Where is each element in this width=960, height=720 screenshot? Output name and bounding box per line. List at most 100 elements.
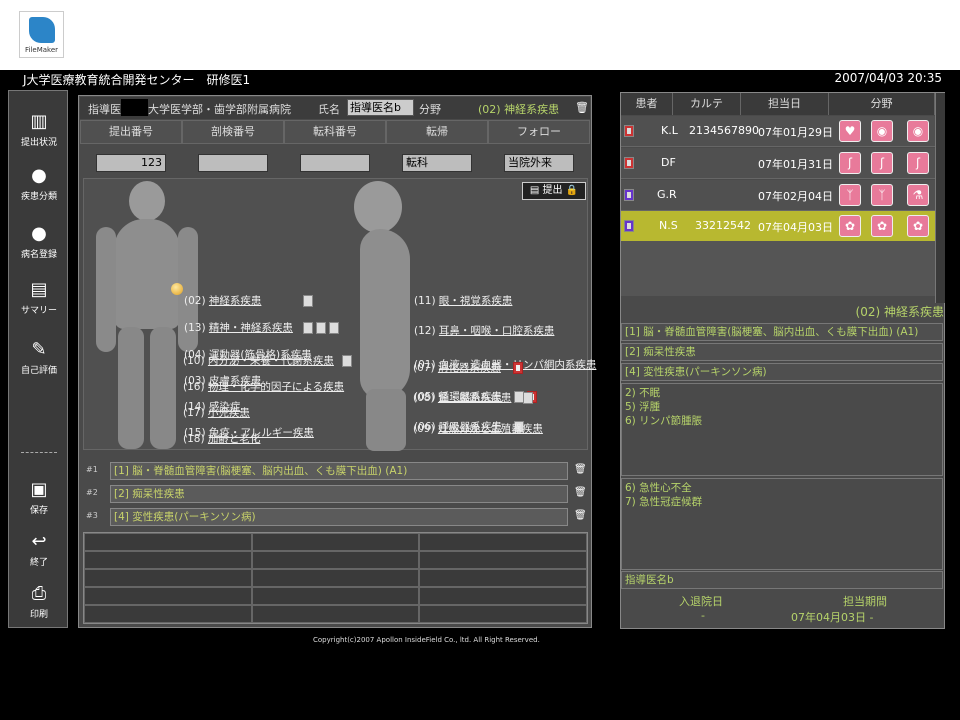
checked-document-icon[interactable] <box>624 125 634 137</box>
grid-cell[interactable] <box>251 551 420 569</box>
category-12[interactable]: (12) 耳鼻・咽喉・口腔系疾患 <box>414 323 554 338</box>
category-code: (16) <box>183 381 205 393</box>
diagnosis-field[interactable]: [1] 脳・脊髄血管障害(脳梗塞、脳内出血、くも膜下出血) (A1) <box>110 462 568 480</box>
field-value: (02) 神経系疾患 <box>478 103 560 116</box>
sidebar-label: 自己評価 <box>20 366 57 376</box>
grid-cell[interactable] <box>419 587 587 605</box>
autopsy-no-field[interactable] <box>198 154 268 172</box>
patient-row[interactable]: DF 07年01月31日 ʃ ʃ ʃ <box>621 148 935 179</box>
logo-text: FileMaker <box>24 46 59 54</box>
diagnosis-field[interactable]: [2] 痴呆性疾患 <box>110 485 568 503</box>
people-icon: ● <box>31 165 47 186</box>
category-text: 妊娠分娩と生殖器疾患 <box>437 423 543 435</box>
grid-cell[interactable] <box>84 533 252 551</box>
flask-icon[interactable]: ⚗ <box>907 184 929 206</box>
document-icon[interactable] <box>624 220 634 232</box>
virus-icon[interactable]: ✿ <box>871 215 893 237</box>
trash-icon[interactable]: 🗑 <box>574 487 587 498</box>
category-07[interactable]: (07) 消化器系疾患 <box>413 360 523 375</box>
stomach-icon[interactable]: ʃ <box>907 152 929 174</box>
patient-date: 07年04月03日 <box>758 221 833 234</box>
category-08[interactable]: (08) 腎・尿路系疾患 <box>413 390 534 405</box>
virus-icon[interactable]: ✿ <box>907 215 929 237</box>
sidebar-btn-exit[interactable]: ↩ 終了 <box>12 531 66 568</box>
col-autopsy-no: 剖検番号 <box>182 120 284 144</box>
sidebar-btn-save[interactable]: ▣ 保存 <box>12 479 66 516</box>
document-icon[interactable] <box>303 295 314 307</box>
admit-value: - <box>701 609 705 622</box>
category-18[interactable]: (18) 加齢と老化 <box>183 431 260 446</box>
grid-cell[interactable] <box>84 605 252 623</box>
supervisor-name-field[interactable]: 指導医名b <box>347 99 414 116</box>
diagnosis-row: #1 [1] 脳・脊髄血管障害(脳梗塞、脳内出血、くも膜下出血) (A1) 🗑 <box>83 462 588 480</box>
sidebar-label: サマリー <box>20 306 57 316</box>
category-09[interactable]: (09) 妊娠分娩と生殖器疾患 <box>413 421 543 436</box>
stomach-icon[interactable]: ʃ <box>839 152 861 174</box>
trash-icon[interactable]: 🗑 <box>574 510 587 521</box>
grid-cell[interactable] <box>251 587 420 605</box>
follow-field[interactable]: 当院外来 <box>504 154 574 172</box>
lungs-icon[interactable]: ᛉ <box>871 184 893 206</box>
grid-cell[interactable] <box>251 605 420 623</box>
grid-cell[interactable] <box>84 587 252 605</box>
filemaker-mark-icon <box>29 17 55 43</box>
document-icon[interactable] <box>302 322 313 334</box>
sidebar-btn-disease-class[interactable]: ● 疾患分類 <box>12 165 66 202</box>
patient-row[interactable]: K.L 2134567890 07年01月29日 ♥ ◉ ◉ <box>621 116 935 147</box>
sidebar-btn-print[interactable]: ⎙ 印刷 <box>12 583 66 620</box>
sidebar-btn-disease-register[interactable]: ● 病名登録 <box>12 223 66 260</box>
outcome-field[interactable]: 転科 <box>402 154 472 172</box>
institution: 大学医学部・歯学部附属病院 <box>148 103 291 116</box>
submit-button[interactable]: ▤ 提出 🔒 <box>522 182 586 200</box>
grid-cell[interactable] <box>251 533 420 551</box>
document-icon[interactable] <box>624 189 634 201</box>
category-code: (02) <box>184 295 206 307</box>
patient-list-header: 患者 カルテ 担当日 分野 <box>621 93 935 115</box>
category-17[interactable]: (17) 小児疾患 <box>183 405 250 420</box>
transfer-no-field[interactable] <box>300 154 370 172</box>
patient-row[interactable]: G.R 07年02月04日 ᛉ ᛉ ⚗ <box>621 180 935 211</box>
conditions-box: 6) 急性心不全 7) 急性冠症候群 <box>621 478 943 570</box>
virus-icon[interactable]: ✿ <box>839 215 861 237</box>
col-patient: 患者 <box>621 93 673 115</box>
grid-cell[interactable] <box>419 605 587 623</box>
stomach-icon[interactable]: ʃ <box>871 152 893 174</box>
document-icon[interactable] <box>315 322 326 334</box>
submission-no-field[interactable]: 123 <box>96 154 166 172</box>
category-text: 内分泌・栄養・代謝系疾患 <box>207 355 334 367</box>
document-icon[interactable] <box>341 355 352 367</box>
category-13[interactable]: (13) 精神・神経系疾患 <box>184 320 339 335</box>
grid-cell[interactable] <box>419 551 587 569</box>
grid-cell[interactable] <box>84 569 252 587</box>
document-icon[interactable] <box>523 392 534 404</box>
checked-document-icon[interactable] <box>512 362 523 374</box>
column-headers: 提出番号 剖検番号 転科番号 転帰 フォロー <box>80 120 590 144</box>
sidebar-btn-self-eval[interactable]: ✎ 自己評価 <box>12 339 66 376</box>
sidebar-btn-summary[interactable]: ▤ サマリー <box>12 279 66 316</box>
grid-cell[interactable] <box>251 569 420 587</box>
checked-document-icon[interactable] <box>624 157 634 169</box>
grid-cell[interactable] <box>84 551 252 569</box>
grid-cell[interactable] <box>419 569 587 587</box>
trash-icon[interactable]: 🗑 <box>574 464 587 475</box>
trash-icon[interactable]: 🗑 <box>575 101 589 114</box>
symptom-item: 6) リンパ節腫脹 <box>625 415 703 427</box>
brain-icon[interactable]: ◉ <box>907 120 929 142</box>
sidebar-label: 印刷 <box>29 610 48 620</box>
diagnosis-field[interactable]: [4] 変性疾患(パーキンソン病) <box>110 508 568 526</box>
lungs-icon[interactable]: ᛉ <box>839 184 861 206</box>
heart-icon[interactable]: ♥ <box>839 120 861 142</box>
brain-icon[interactable]: ◉ <box>871 120 893 142</box>
front-right-leg-shape <box>150 327 176 449</box>
patient-chart: 2134567890 <box>689 124 759 137</box>
category-10[interactable]: (10) 内分泌・栄養・代謝系疾患 <box>183 353 352 368</box>
document-icon[interactable] <box>328 322 339 334</box>
sidebar-btn-submission-status[interactable]: ▥ 提出状況 <box>12 111 66 148</box>
category-16[interactable]: (16) 物理・化学的因子による疾患 <box>183 379 344 394</box>
grid-cell[interactable] <box>419 533 587 551</box>
patient-list-scrollbar[interactable] <box>935 93 945 303</box>
category-02[interactable]: (02) 神経系疾患 <box>184 293 314 308</box>
category-code: (09) <box>413 423 435 435</box>
patient-row-selected[interactable]: N.S 33212542 07年04月03日 ✿ ✿ ✿ <box>621 211 935 242</box>
category-11[interactable]: (11) 眼・視覚系疾患 <box>414 293 512 308</box>
